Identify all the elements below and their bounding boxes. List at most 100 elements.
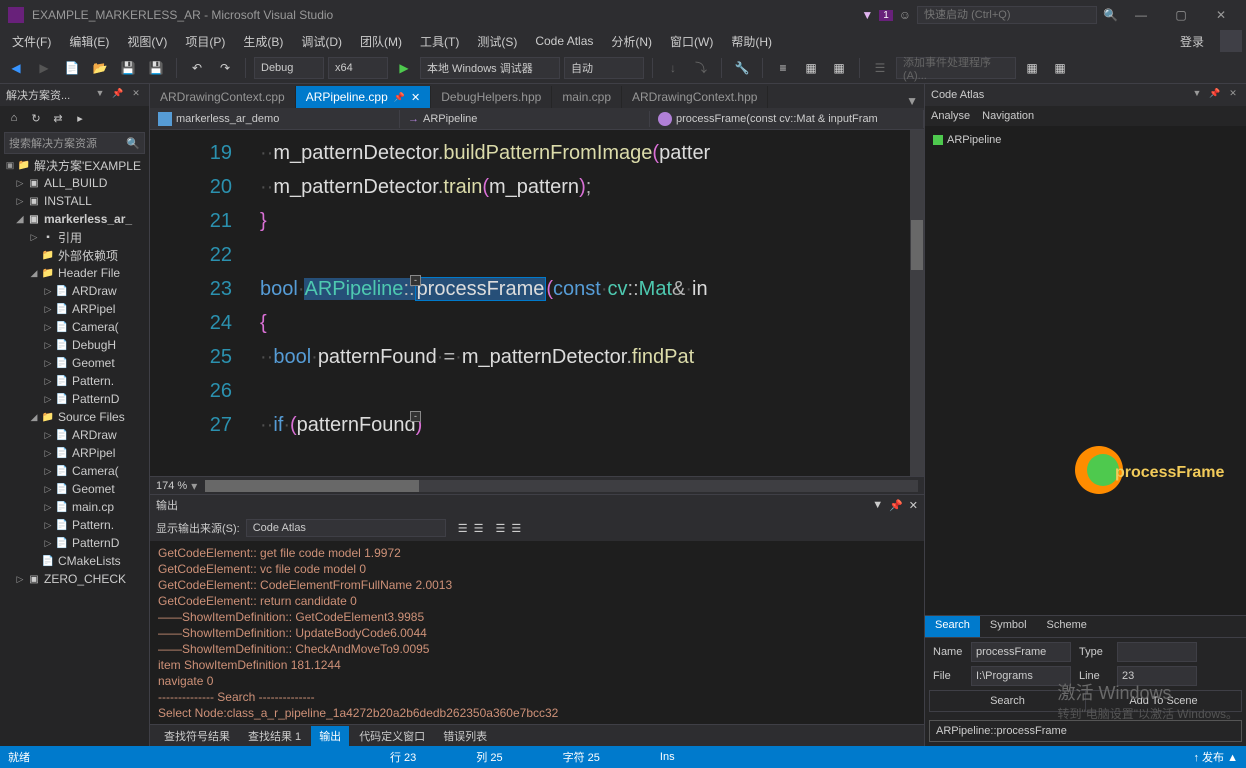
tree-hfile[interactable]: ▷📄DebugH	[0, 336, 149, 354]
publish-button[interactable]: ↑ 发布 ▲	[1193, 749, 1238, 765]
maximize-button[interactable]: ▢	[1164, 2, 1198, 28]
atlas-tab-navigation[interactable]: Navigation	[982, 110, 1034, 122]
save-icon[interactable]: 💾	[116, 56, 140, 80]
tab-dropdown-icon[interactable]: ▼	[906, 94, 918, 108]
menu-file[interactable]: 文件(F)	[4, 31, 59, 52]
pin-icon[interactable]: 📌	[1208, 88, 1222, 102]
nav-back-icon[interactable]: ◀	[4, 56, 28, 80]
toolbox-icon[interactable]: 🔧	[730, 56, 754, 80]
tree-markerless[interactable]: ◢▣markerless_ar_	[0, 210, 149, 228]
name-input[interactable]	[971, 642, 1071, 662]
fold-icon[interactable]: -	[410, 275, 421, 286]
close-tab-icon[interactable]: ✕	[411, 91, 420, 104]
format-icon[interactable]: ≡	[771, 56, 795, 80]
avatar-icon[interactable]	[1220, 30, 1242, 52]
menu-build[interactable]: 生成(B)	[235, 31, 291, 52]
menu-tools[interactable]: 工具(T)	[412, 31, 467, 52]
dropdown-icon[interactable]: ▼	[872, 499, 883, 512]
clear-icon[interactable]: ☰	[458, 522, 468, 535]
fold-icon[interactable]: -	[410, 411, 421, 422]
login-link[interactable]: 登录	[1170, 31, 1214, 52]
home-icon[interactable]: ⌂	[4, 108, 24, 128]
flag-icon[interactable]: ▼	[861, 8, 873, 22]
close-icon[interactable]: ✕	[909, 499, 918, 512]
uncomment-icon[interactable]: ▦	[827, 56, 851, 80]
toggle-icon[interactable]: ☰	[495, 522, 505, 535]
atlas-canvas[interactable]: ARPipeline processFrame	[925, 126, 1246, 616]
code-content[interactable]: ··m_patternDetector.buildPatternFromImag…	[260, 130, 924, 476]
close-panel-icon[interactable]: ✕	[129, 88, 143, 102]
vertical-scrollbar[interactable]	[910, 130, 924, 476]
add-handler[interactable]: 添加事件处理程序(A)...	[896, 57, 1016, 79]
tree-headers[interactable]: ◢📁Header File	[0, 264, 149, 282]
output-source-select[interactable]: Code Atlas	[246, 519, 446, 537]
new-icon[interactable]: 📄	[60, 56, 84, 80]
tab-findsymbol[interactable]: 查找符号结果	[156, 726, 238, 746]
menu-debug[interactable]: 调试(D)	[293, 31, 350, 52]
toggle-icon2[interactable]: ☰	[511, 522, 521, 535]
play-icon[interactable]: ▶	[392, 56, 416, 80]
tab-debughelpers-hpp[interactable]: DebugHelpers.hpp	[431, 86, 552, 108]
quick-launch-input[interactable]	[917, 6, 1097, 24]
misc-icon2[interactable]: ▦	[1048, 56, 1072, 80]
redo-icon[interactable]: ↷	[213, 56, 237, 80]
search-icon[interactable]: 🔍	[126, 137, 140, 150]
tree-hfile[interactable]: ▷📄Camera(	[0, 318, 149, 336]
tree-cmake[interactable]: 📄CMakeLists	[0, 552, 149, 570]
tab-ardrawingctx-hpp[interactable]: ARDrawingContext.hpp	[622, 86, 768, 108]
output-text[interactable]: GetCodeElement:: get file code model 1.9…	[150, 541, 924, 724]
tree-hfile[interactable]: ▷📄PatternD	[0, 390, 149, 408]
platform-select[interactable]: x64	[328, 57, 388, 79]
auto-select[interactable]: 自动	[564, 57, 644, 79]
zoom-level[interactable]: 174 %	[156, 480, 187, 492]
menu-view[interactable]: 视图(V)	[119, 31, 175, 52]
crumb-function[interactable]: processFrame(const cv::Mat & inputFram	[650, 110, 924, 128]
crumb-project[interactable]: markerless_ar_demo	[150, 110, 400, 128]
horizontal-scrollbar[interactable]	[205, 480, 918, 492]
close-button[interactable]: ✕	[1204, 2, 1238, 28]
tab-findresults[interactable]: 查找结果 1	[240, 726, 309, 746]
tree-refs[interactable]: ▷▪引用	[0, 228, 149, 246]
pin-icon[interactable]: 📌	[394, 92, 405, 103]
nav-fwd-icon[interactable]: ▶	[32, 56, 56, 80]
refresh-icon[interactable]: ↻	[26, 108, 46, 128]
saveall-icon[interactable]: 💾	[144, 56, 168, 80]
code-editor[interactable]: 192021222324252627 ··m_patternDetector.b…	[150, 130, 924, 476]
tree-sfile[interactable]: ▷📄ARPipel	[0, 444, 149, 462]
close-icon[interactable]: ✕	[1226, 88, 1240, 102]
menu-project[interactable]: 项目(P)	[177, 31, 233, 52]
file-input[interactable]	[971, 666, 1071, 686]
zoom-dropdown-icon[interactable]: ▾	[191, 479, 197, 493]
menu-test[interactable]: 测试(S)	[469, 31, 525, 52]
menu-help[interactable]: 帮助(H)	[723, 31, 780, 52]
crumb-class[interactable]: →ARPipeline	[400, 111, 650, 127]
tree-hfile[interactable]: ▷📄Geomet	[0, 354, 149, 372]
pin-icon[interactable]: 📌	[111, 88, 125, 102]
atlas-tab-analyse[interactable]: Analyse	[931, 110, 970, 122]
minimize-button[interactable]: —	[1124, 2, 1158, 28]
type-input[interactable]	[1117, 642, 1197, 662]
solexp-search[interactable]: 搜索解决方案资源 🔍	[4, 132, 145, 154]
collapse-icon[interactable]: ▸	[70, 108, 90, 128]
tree-zerocheck[interactable]: ▷▣ZERO_CHECK	[0, 570, 149, 588]
notification-badge[interactable]: 1	[879, 10, 893, 21]
menu-analyze[interactable]: 分析(N)	[603, 31, 660, 52]
tree-sources[interactable]: ◢📁Source Files	[0, 408, 149, 426]
sync-icon[interactable]: ⇄	[48, 108, 68, 128]
tree-hfile[interactable]: ▷📄ARDraw	[0, 282, 149, 300]
open-icon[interactable]: 📂	[88, 56, 112, 80]
menu-edit[interactable]: 编辑(E)	[61, 31, 117, 52]
tree-allbuild[interactable]: ▷▣ALL_BUILD	[0, 174, 149, 192]
list-icon[interactable]: ☰	[868, 56, 892, 80]
tree-ext[interactable]: 📁外部依赖项	[0, 246, 149, 264]
tab-ardrawingctx-cpp[interactable]: ARDrawingContext.cpp	[150, 86, 296, 108]
wrap-icon[interactable]: ☰	[474, 522, 484, 535]
dropdown-icon[interactable]: ▼	[1190, 88, 1204, 102]
comment-icon[interactable]: ▦	[799, 56, 823, 80]
menu-window[interactable]: 窗口(W)	[662, 31, 721, 52]
tree-sfile[interactable]: ▷📄PatternD	[0, 534, 149, 552]
tree-sfile[interactable]: ▷📄Geomet	[0, 480, 149, 498]
dropdown-icon[interactable]: ▼	[93, 88, 107, 102]
tree-sfile[interactable]: ▷📄Camera(	[0, 462, 149, 480]
dtab-search[interactable]: Search	[925, 616, 980, 637]
